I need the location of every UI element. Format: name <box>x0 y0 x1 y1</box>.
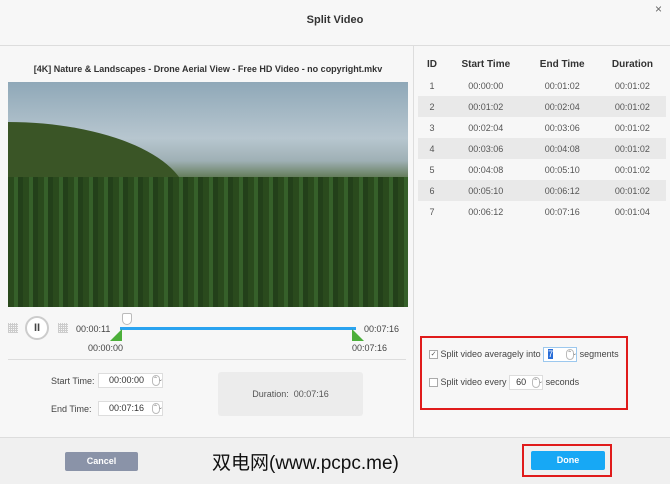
grip-icon <box>58 323 68 333</box>
table-cell: 00:06:12 <box>468 206 504 217</box>
table-cell: 00:02:04 <box>468 122 504 133</box>
table-cell: 5 <box>429 164 435 175</box>
col-id: ID <box>427 58 437 70</box>
table-cell: 00:01:02 <box>598 180 666 201</box>
table-cell: 00:01:02 <box>598 138 666 159</box>
table-cell: 00:06:12 <box>525 180 599 201</box>
col-start: Start Time <box>461 58 511 70</box>
table-cell: 00:01:02 <box>614 122 650 133</box>
spinner-icon[interactable]: ⌃⌄ <box>152 375 163 386</box>
spinner-icon[interactable]: ⌃⌄ <box>566 349 577 360</box>
duration-value: 00:07:16 <box>293 389 329 399</box>
table-cell: 00:01:02 <box>446 96 526 117</box>
end-time-value: 00:07:16 <box>108 403 144 413</box>
close-icon[interactable]: × <box>655 2 662 16</box>
spinner-icon[interactable]: ⌃⌄ <box>532 377 543 388</box>
table-row[interactable]: 7 00:06:12 00:07:16 00:01:04 <box>418 201 666 222</box>
table-cell: 00:01:02 <box>614 164 650 175</box>
start-time-value: 00:00:00 <box>108 375 144 385</box>
end-time-input[interactable]: 00:07:16 ⌃⌄ <box>98 401 163 416</box>
table-cell: 6 <box>418 180 446 201</box>
table-cell: 00:04:08 <box>525 138 599 159</box>
file-name: [4K] Nature & Landscapes - Drone Aerial … <box>33 64 383 74</box>
done-button[interactable]: Done <box>531 451 605 470</box>
seconds-value: 60 <box>516 377 527 387</box>
grip-icon <box>8 323 18 333</box>
table-cell: 00:01:02 <box>544 80 580 91</box>
table-cell: 00:05:10 <box>544 164 580 175</box>
start-time-label: Start Time: <box>51 376 95 386</box>
dialog-title: Split Video <box>306 14 364 26</box>
table-cell: 00:03:06 <box>544 122 580 133</box>
table-cell: 00:04:08 <box>468 164 504 175</box>
video-preview[interactable] <box>8 82 408 307</box>
duration-label: Duration: <box>252 389 289 399</box>
split-options: ✓ Split video averagely into 7 ⌃⌄ segment… <box>420 336 628 410</box>
total-time: 00:07:16 <box>364 324 400 334</box>
segments-unit: segments <box>579 348 619 359</box>
seconds-unit: seconds <box>545 376 580 387</box>
watermark: 双电网(www.pcpc.me) <box>212 453 399 474</box>
table-row[interactable]: 3 00:02:04 00:03:06 00:01:02 <box>418 117 666 138</box>
table-cell: 00:07:16 <box>544 206 580 217</box>
pause-button[interactable]: II <box>25 316 49 340</box>
table-cell: 00:00:00 <box>468 80 504 91</box>
divider <box>0 45 670 46</box>
segments-value: 7 <box>548 349 554 359</box>
duration-box: Duration: 00:07:16 <box>218 372 363 416</box>
split-every-checkbox[interactable] <box>429 378 438 387</box>
table-row[interactable]: 6 00:05:10 00:06:12 00:01:02 <box>418 180 666 201</box>
split-average-label: Split video averagely into <box>440 348 541 359</box>
table-cell: 00:05:10 <box>446 180 526 201</box>
table-cell: 00:02:04 <box>525 96 599 117</box>
table-cell: 2 <box>418 96 446 117</box>
table-row[interactable]: 4 00:03:06 00:04:08 00:01:02 <box>418 138 666 159</box>
table-cell: 1 <box>429 80 435 91</box>
table-cell: 00:01:02 <box>598 96 666 117</box>
col-end: End Time <box>539 58 585 70</box>
table-row[interactable]: 5 00:04:08 00:05:10 00:01:02 <box>418 159 666 180</box>
table-cell: 7 <box>429 206 435 217</box>
table-row[interactable]: 2 00:01:02 00:02:04 00:01:02 <box>418 96 666 117</box>
segments-table: ID Start Time End Time Duration 1 00:00:00 00… <box>418 53 666 222</box>
table-cell: 4 <box>418 138 446 159</box>
table-cell: 00:03:06 <box>446 138 526 159</box>
range-start-time: 00:00:00 <box>88 343 124 353</box>
cancel-button[interactable]: Cancel <box>65 452 138 471</box>
split-average-checkbox[interactable]: ✓ <box>429 350 438 359</box>
start-time-input[interactable]: 00:00:00 ⌃⌄ <box>98 373 163 388</box>
range-end-time: 00:07:16 <box>352 343 388 353</box>
spinner-icon[interactable]: ⌃⌄ <box>152 403 163 414</box>
playhead[interactable] <box>122 313 132 325</box>
divider <box>8 359 406 360</box>
timeline-range[interactable] <box>120 327 356 330</box>
split-every-label: Split video every <box>440 376 507 387</box>
col-duration: Duration <box>611 58 653 70</box>
footer: Cancel 双电网(www.pcpc.me) Done <box>0 437 670 484</box>
seconds-input[interactable]: 60 ⌃⌄ <box>509 375 543 390</box>
segments-input[interactable]: 7 ⌃⌄ <box>543 347 577 362</box>
table-cell: 00:01:04 <box>614 206 650 217</box>
end-time-label: End Time: <box>51 404 92 414</box>
range-start-handle[interactable] <box>110 329 122 341</box>
current-time: 00:00:11 <box>76 324 111 334</box>
range-end-handle[interactable] <box>352 329 364 341</box>
table-cell: 00:01:02 <box>614 80 650 91</box>
divider <box>413 45 414 437</box>
table-row[interactable]: 1 00:00:00 00:01:02 00:01:02 <box>418 75 666 96</box>
table-cell: 3 <box>429 122 435 133</box>
